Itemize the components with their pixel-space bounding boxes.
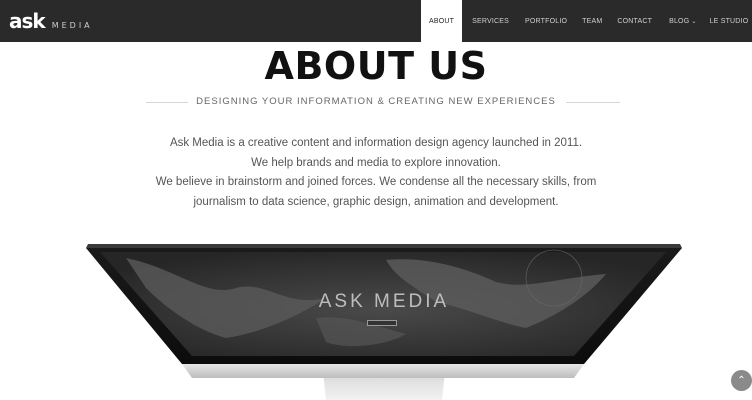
nav-item-team[interactable]: TEAM xyxy=(582,0,602,42)
nav-item-label: SERVICES xyxy=(472,17,509,25)
nav-item-services[interactable]: SERVICES xyxy=(472,0,509,42)
nav-item-about[interactable]: ABOUT xyxy=(421,0,463,42)
screen-brand-title: ASK MEDIA xyxy=(318,291,450,312)
scroll-top-button[interactable]: ⌃ xyxy=(731,370,752,391)
intro-line: Ask Media is a creative content and info… xyxy=(169,137,583,149)
screen-button xyxy=(367,320,397,326)
nav-item-label: CONTACT xyxy=(617,17,653,25)
nav-item-contact[interactable]: CONTACT xyxy=(617,0,652,42)
monitor-image: ASK MEDIA xyxy=(86,238,682,400)
logo-mark: ask xyxy=(9,9,46,33)
nav-item-le-studio[interactable]: LE STUDIO xyxy=(710,0,749,42)
nav-item-label: PORTFOLIO xyxy=(525,17,568,25)
intro-text: Ask Media is a creative content and info… xyxy=(0,134,752,212)
logo-wordmark: MEDIA xyxy=(51,21,93,30)
subtitle-wrap: DESIGNING YOUR INFORMATION & CREATING NE… xyxy=(0,95,752,109)
intro-line: We help brands and media to explore inno… xyxy=(251,156,501,169)
nav-item-label: LE STUDIO xyxy=(709,17,749,25)
site-logo[interactable]: ask MEDIA xyxy=(9,9,93,35)
main-nav: ABOUT SERVICES PORTFOLIO TEAM CONTACT BL… xyxy=(421,0,748,42)
intro-line: journalism to data science, graphic desi… xyxy=(193,195,559,208)
subtitle-row: DESIGNING YOUR INFORMATION & CREATING NE… xyxy=(0,95,752,109)
page-title: ABOUT US xyxy=(264,44,488,88)
top-navbar: ask MEDIA ABOUT SERVICES PORTFOLIO TEAM … xyxy=(0,0,752,42)
page-subtitle: DESIGNING YOUR INFORMATION & CREATING NE… xyxy=(188,96,564,107)
nav-item-label: TEAM xyxy=(582,17,603,25)
nav-item-label: BLOG xyxy=(669,17,690,25)
monitor-illustration xyxy=(86,244,682,400)
nav-item-blog[interactable]: BLOG ⌄ xyxy=(669,0,697,42)
chevron-down-icon: ⌄ xyxy=(691,18,697,25)
nav-item-portfolio[interactable]: PORTFOLIO xyxy=(525,0,567,42)
chevron-up-icon: ⌃ xyxy=(737,375,746,386)
nav-item-label: ABOUT xyxy=(429,17,455,25)
intro-line: We believe in brainstorm and joined forc… xyxy=(155,176,597,188)
